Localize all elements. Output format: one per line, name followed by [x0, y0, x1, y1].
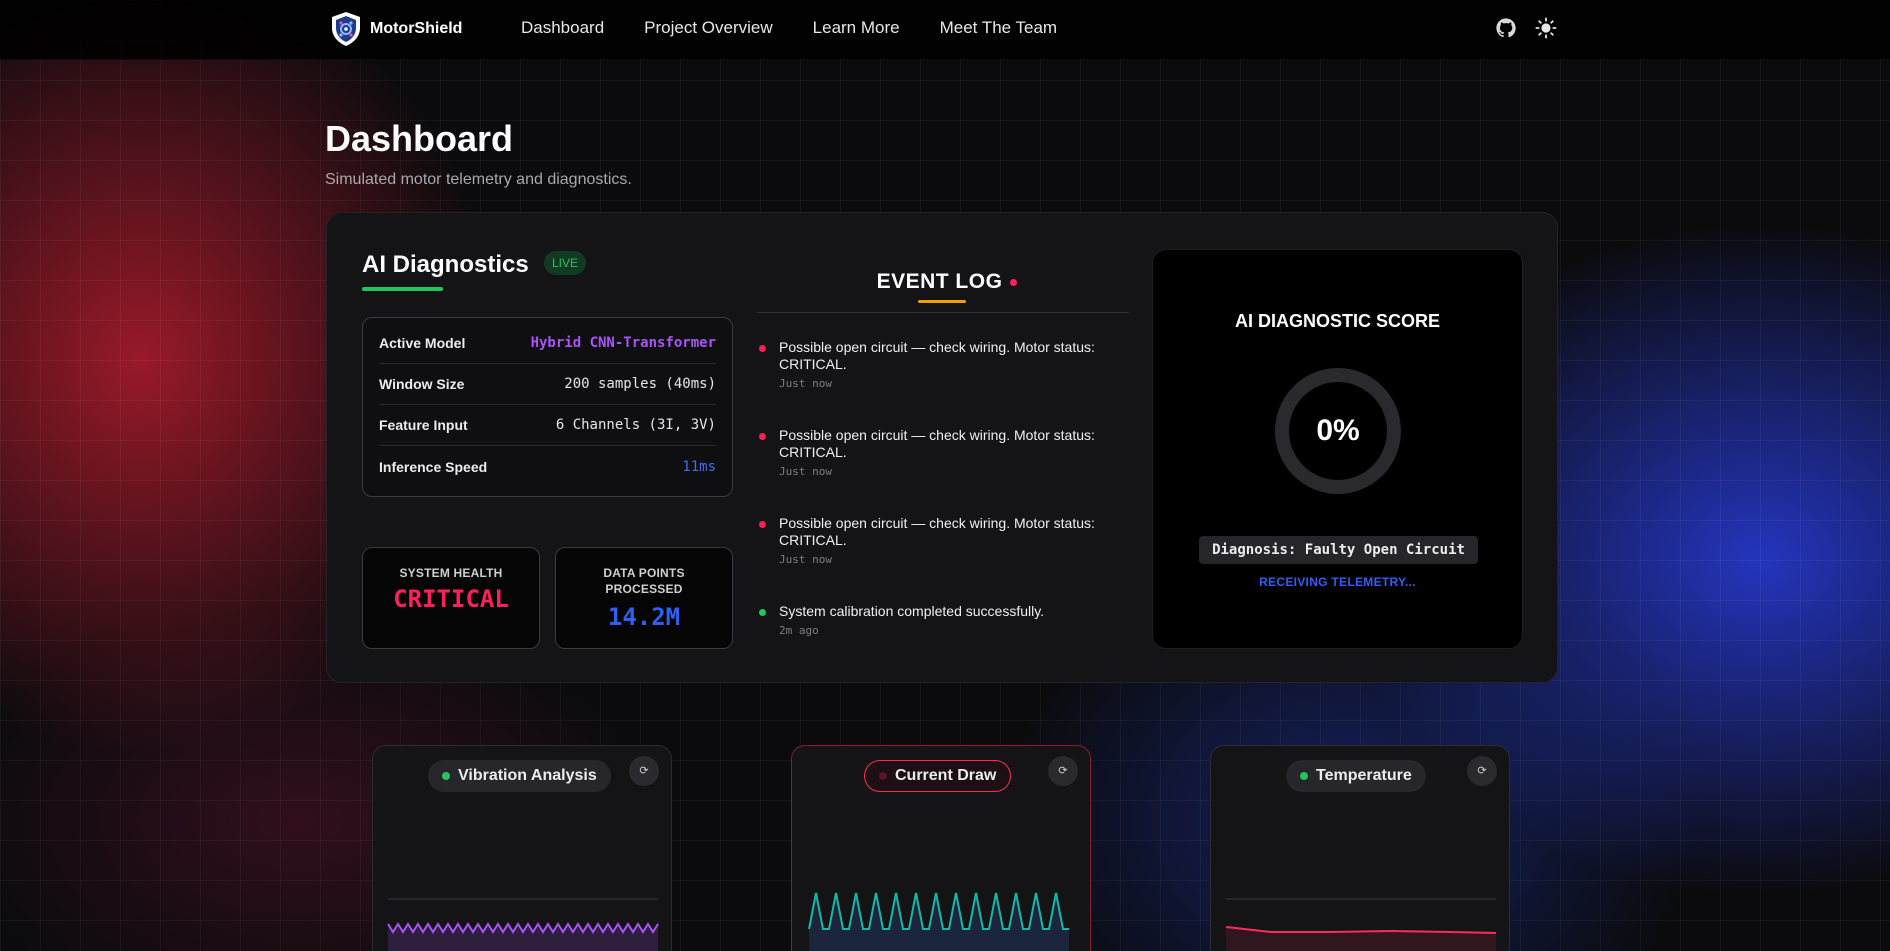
spec-value: Hybrid CNN-Transformer: [530, 335, 716, 351]
log-time: Just now: [779, 553, 832, 566]
status-dot: [1300, 772, 1308, 780]
diagnostics-panel: AI Diagnostics LIVE Active Model Hybrid …: [326, 212, 1558, 683]
spec-label: Feature Input: [379, 417, 468, 433]
status-dot: [759, 521, 766, 528]
nav-link-project-overview[interactable]: Project Overview: [644, 18, 772, 38]
spec-value: 6 Channels (3I, 3V): [555, 417, 716, 433]
live-indicator-dot: [1010, 278, 1018, 286]
data-points-value: 14.2M: [607, 603, 681, 631]
card-title: Current Draw: [895, 767, 997, 784]
spec-row-active-model: Active Model Hybrid CNN-Transformer: [379, 323, 716, 364]
log-item: Possible open circuit — check wiring. Mo…: [759, 339, 1099, 390]
card-title-pill: Temperature: [1286, 760, 1426, 792]
card-title: Vibration Analysis: [458, 767, 597, 784]
status-dot: [759, 433, 766, 440]
card-title-pill: Vibration Analysis: [428, 760, 611, 792]
nav-link-learn-more[interactable]: Learn More: [813, 18, 900, 38]
github-icon[interactable]: [1495, 17, 1517, 39]
ai-score-card: AI DIAGNOSTIC SCORE 0% Diagnosis: Faulty…: [1152, 249, 1523, 649]
score-value: 0%: [1316, 414, 1360, 447]
spec-row-inference-speed: Inference Speed 11ms: [379, 446, 716, 487]
title-underline: [362, 287, 443, 291]
score-title: AI DIAGNOSTIC SCORE: [1234, 311, 1440, 331]
system-health-card: SYSTEM HEALTH CRITICAL: [362, 547, 540, 649]
refresh-icon[interactable]: ⟳: [1048, 756, 1078, 786]
spec-value: 11ms: [682, 458, 716, 475]
log-item: Possible open circuit — check wiring. Mo…: [759, 427, 1099, 478]
log-divider: [757, 312, 1129, 313]
status-dot: [879, 772, 887, 780]
stat-label: DATA POINTS PROCESSED: [603, 566, 685, 596]
page-title: Dashboard: [325, 118, 514, 159]
log-message: Possible open circuit — check wiring. Mo…: [779, 515, 1095, 548]
log-time: Just now: [779, 465, 832, 478]
log-message: System calibration completed successfull…: [779, 603, 1045, 619]
refresh-icon[interactable]: ⟳: [1467, 756, 1497, 786]
spec-row-window-size: Window Size 200 samples (40ms): [379, 364, 716, 405]
status-dot: [442, 772, 450, 780]
ai-diagnostics-title: AI Diagnostics: [362, 251, 529, 278]
top-nav: MotorShield Dashboard Project Overview L…: [0, 0, 1890, 60]
system-health-value: CRITICAL: [393, 585, 509, 613]
data-points-card: DATA POINTS PROCESSED 14.2M: [555, 547, 733, 649]
spec-label: Window Size: [379, 376, 465, 392]
model-specs-table: Active Model Hybrid CNN-Transformer Wind…: [362, 317, 733, 497]
log-message: Possible open circuit — check wiring. Mo…: [779, 427, 1095, 460]
spec-row-feature-input: Feature Input 6 Channels (3I, 3V): [379, 405, 716, 446]
page-subtitle: Simulated motor telemetry and diagnostic…: [325, 171, 632, 188]
log-underline: [918, 300, 966, 303]
log-item: System calibration completed successfull…: [759, 603, 1099, 637]
event-log-header: EVENT LOG: [752, 270, 1142, 294]
brand-name: MotorShield: [370, 20, 463, 37]
log-time: Just now: [779, 377, 832, 390]
diagnosis-label: Diagnosis: Faulty Open Circuit: [1199, 536, 1478, 564]
log-item: Possible open circuit — check wiring. Mo…: [759, 515, 1099, 566]
card-title: Temperature: [1316, 767, 1412, 784]
log-time: 2m ago: [779, 624, 819, 637]
nav-link-dashboard[interactable]: Dashboard: [521, 18, 604, 38]
current-draw-card: Current Draw ⟳: [791, 745, 1091, 951]
spec-label: Inference Speed: [379, 458, 488, 475]
theme-toggle-icon[interactable]: [1535, 17, 1557, 39]
shield-logo-icon: [332, 12, 360, 46]
spec-value: 200 samples (40ms): [564, 376, 716, 392]
vibration-card: Vibration Analysis ⟳: [372, 745, 672, 951]
event-log-title: EVENT LOG: [876, 270, 1003, 293]
live-badge: LIVE: [544, 251, 587, 275]
brand-link[interactable]: MotorShield: [330, 10, 462, 48]
nav-links: Dashboard Project Overview Learn More Me…: [521, 18, 1097, 38]
status-dot: [759, 345, 766, 352]
telemetry-status: RECEIVING TELEMETRY...: [1259, 575, 1416, 589]
temperature-card: Temperature ⟳: [1210, 745, 1510, 951]
spec-label: Active Model: [379, 335, 466, 351]
nav-link-meet-the-team[interactable]: Meet The Team: [940, 18, 1058, 38]
card-title-pill: Current Draw: [864, 760, 1012, 792]
stat-label: SYSTEM HEALTH: [399, 566, 503, 580]
log-message: Possible open circuit — check wiring. Mo…: [779, 339, 1095, 372]
refresh-icon[interactable]: ⟳: [629, 756, 659, 786]
status-dot: [759, 609, 766, 616]
